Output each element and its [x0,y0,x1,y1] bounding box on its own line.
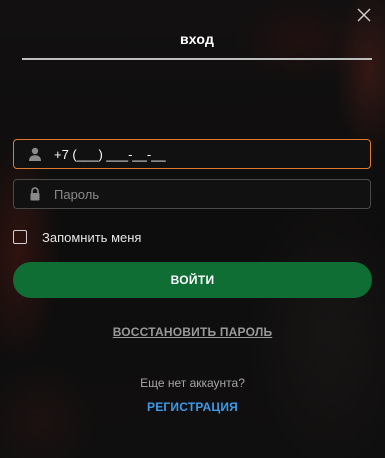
phone-input[interactable] [54,140,354,168]
remember-me[interactable]: Запомнить меня [13,229,141,245]
remember-label[interactable]: Запомнить меня [42,230,141,245]
user-icon [27,146,43,162]
phone-field[interactable] [13,139,371,169]
password-field[interactable] [13,179,371,209]
tab-login[interactable]: вход [180,28,214,50]
password-input[interactable] [54,180,354,208]
lock-icon [27,186,43,202]
login-tab-bar: вход [22,28,372,60]
login-button[interactable]: ВОЙТИ [13,262,372,298]
register-link[interactable]: РЕГИСТРАЦИЯ [0,400,385,414]
close-icon[interactable] [355,6,373,24]
remember-checkbox[interactable] [13,230,27,244]
restore-password-link[interactable]: ВОССТАНОВИТЬ ПАРОЛЬ [0,325,385,339]
no-account-text: Еще нет аккаунта? [140,376,245,390]
